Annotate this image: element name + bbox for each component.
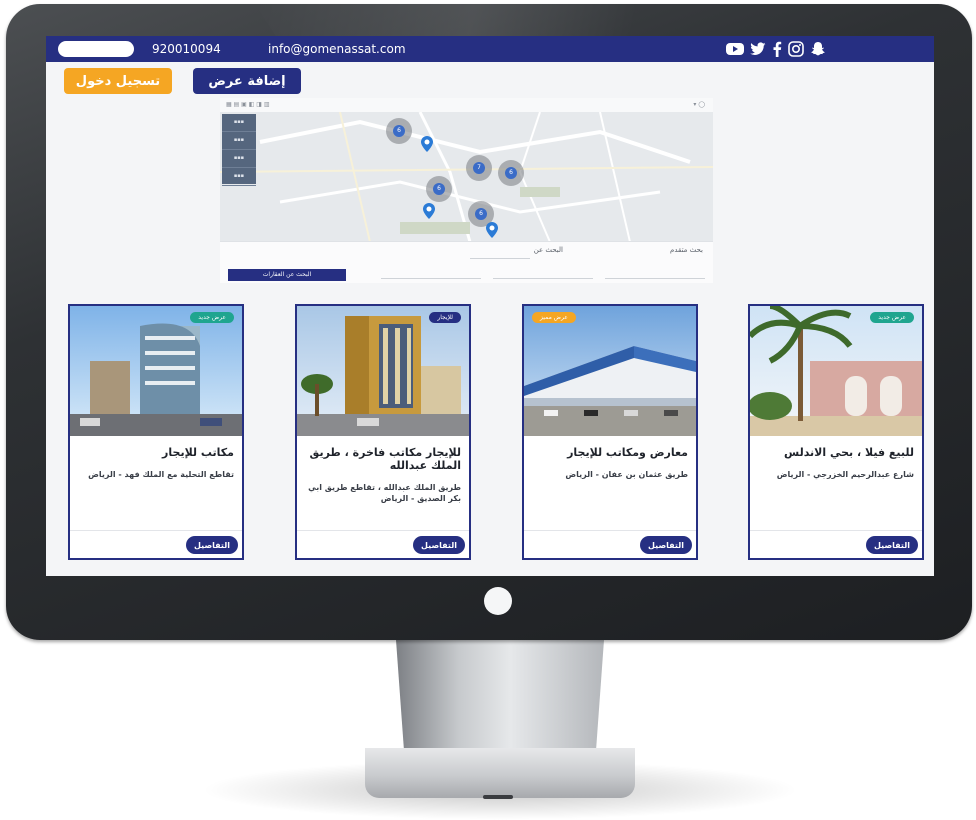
map-side-item[interactable]: ▪▪▪ (222, 114, 256, 132)
card-divider (70, 530, 242, 531)
listing-address: تقاطع التحلية مع الملك فهد - الرياض (88, 470, 234, 479)
property-type-select[interactable] (605, 268, 705, 279)
card-divider (750, 530, 922, 531)
listing-photo[interactable] (750, 306, 922, 436)
details-button[interactable]: التفاصيل (413, 536, 465, 554)
map-side-item[interactable]: ▪▪▪ (222, 168, 256, 186)
youtube-icon[interactable] (726, 42, 744, 56)
listing-photo[interactable] (524, 306, 696, 436)
monitor-base (365, 748, 635, 798)
add-offer-button[interactable]: إضافة عرض (193, 68, 301, 94)
social-links (726, 40, 826, 58)
listing-card[interactable]: عرض جديد مكاتب للإيجار تقاطع التحلية مع … (68, 304, 244, 560)
map-side-panel: ▪▪▪ ▪▪▪ ▪▪▪ ▪▪▪ (222, 114, 256, 186)
monitor-base-slot (483, 795, 513, 799)
twitter-icon[interactable] (750, 42, 766, 56)
map-pin-icon[interactable] (423, 203, 435, 219)
monitor-button (484, 587, 512, 615)
login-button[interactable]: تسجيل دخول (64, 68, 172, 94)
listing-address: طريق عثمان بن عفان - الرياض (565, 470, 688, 479)
listing-title[interactable]: مكاتب للإيجار (74, 446, 234, 459)
map-search-field[interactable]: ▾ ◯ (693, 98, 705, 112)
listing-card[interactable]: للإيجار للإيجار مكاتب فاخرة ، طريق الملك… (295, 304, 471, 560)
facebook-icon[interactable] (772, 41, 782, 57)
map-streets (220, 112, 713, 242)
card-divider (524, 530, 696, 531)
map-pin-icon[interactable] (421, 136, 433, 152)
email-link[interactable]: info@gomenassat.com (268, 41, 406, 57)
listing-address: طريق الملك عبدالله ، تقاطع طريق ابي بكر … (308, 483, 461, 503)
map-filter-icons[interactable]: ▦ ▤ ▣ ◧ ◨ ▥ (226, 98, 270, 112)
search-properties-button[interactable]: البحث عن العقارات (228, 269, 346, 281)
details-button[interactable]: التفاصيل (186, 536, 238, 554)
listing-card[interactable]: عرض جديد للبيع فيلا ، بحي الاندلس شارع ع… (748, 304, 924, 560)
website-screen: 920010094 info@gomenassat.com تسجيل دخول… (46, 36, 934, 576)
map-toolbar: ▦ ▤ ▣ ◧ ◨ ▥ ▾ ◯ (220, 98, 713, 113)
map-cluster[interactable]: 6 (426, 176, 452, 202)
listing-card[interactable]: عرض مميز معارض ومكاتب للإيجار طريق عثمان… (522, 304, 698, 560)
map-cluster[interactable]: 7 (466, 155, 492, 181)
details-button[interactable]: التفاصيل (640, 536, 692, 554)
monitor-stand (396, 640, 604, 755)
map-cluster[interactable]: 6 (386, 118, 412, 144)
listing-title[interactable]: للبيع فيلا ، بحي الاندلس (754, 446, 914, 459)
listing-badge: عرض جديد (190, 312, 234, 323)
listing-badge: عرض جديد (870, 312, 914, 323)
snapchat-icon[interactable] (810, 41, 826, 57)
instagram-icon[interactable] (788, 41, 804, 57)
map-side-item[interactable]: ▪▪▪ (222, 150, 256, 168)
map-pin-icon[interactable] (486, 222, 498, 238)
map-side-item[interactable]: ▪▪▪ (222, 132, 256, 150)
listing-badge: للإيجار (429, 312, 461, 323)
district-select[interactable] (493, 268, 593, 279)
listing-badge: عرض مميز (532, 312, 576, 323)
purpose-select[interactable] (381, 268, 481, 279)
search-type-select[interactable] (470, 248, 530, 259)
phone-number[interactable]: 920010094 (152, 41, 221, 57)
top-bar: 920010094 info@gomenassat.com (46, 36, 934, 62)
property-map[interactable]: ▦ ▤ ▣ ◧ ◨ ▥ ▾ ◯ ▪▪▪ ▪▪▪ ▪▪▪ ▪▪▪ 6 7 6 6 … (220, 98, 713, 283)
advanced-search-form: بحث متقدم البحث عن البحث عن العقارات (220, 241, 713, 283)
listing-title[interactable]: معارض ومكاتب للإيجار (528, 446, 688, 459)
advanced-search-title: بحث متقدم (670, 246, 703, 254)
details-button[interactable]: التفاصيل (866, 536, 918, 554)
map-cluster[interactable]: 6 (498, 160, 524, 186)
listing-photo[interactable] (70, 306, 242, 436)
top-search-input[interactable] (58, 41, 134, 57)
search-for-label: البحث عن (533, 246, 563, 254)
card-divider (297, 530, 469, 531)
listing-photo[interactable] (297, 306, 469, 436)
listing-address: شارع عبدالرحيم الخزرجي - الرياض (776, 470, 914, 479)
listing-title[interactable]: للإيجار مكاتب فاخرة ، طريق الملك عبدالله (301, 446, 461, 472)
